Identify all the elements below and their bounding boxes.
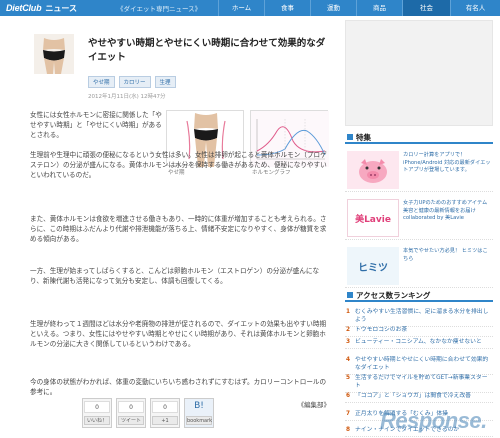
feature-text[interactable]: 女子力UPのためのおすすめアイテム 美容と健康の最新情報をお届け collabo…: [403, 200, 491, 223]
main-nav: ホーム 食事 運動 商品 社会 有名人: [218, 0, 500, 16]
article-date: 2012年1月11日(水) 12時47分: [88, 94, 166, 100]
plusone-label: +1: [152, 416, 178, 425]
nav-exercise[interactable]: 運動: [310, 0, 356, 16]
ranking-number: 1: [346, 309, 351, 315]
feature-text[interactable]: 本気でやせたい方必見！ ヒミツはこちら: [403, 248, 491, 263]
header-tagline: 《ダイエット専門ニュース》: [117, 5, 202, 13]
nav-society[interactable]: 社会: [402, 0, 450, 16]
article-paragraph: 女性には女性ホルモンに密接に関係した「やせやすい時期」と「やせにくい時期」がある…: [30, 111, 162, 139]
ranking-text[interactable]: むくみやすい生活習慣に、足に溜まる水分を排出しよう: [355, 309, 488, 323]
article-paragraph: 生理が終わって１週間ほどは水分や老廃物の排泄が促されるので、ダイエットの効果も出…: [30, 320, 327, 348]
feature-image-himitsu[interactable]: ヒミツ: [347, 247, 399, 285]
ranking-item[interactable]: 6 「ココア」と「ショウガ」は間食で冷え改善: [345, 390, 493, 403]
logo-main-text: DietClub: [6, 3, 42, 13]
ranking-text[interactable]: トウモロコシのお茶: [355, 327, 407, 333]
tokushu-title: 特集: [356, 132, 371, 142]
article-header: やせやすい時期とやせにくい時期に合わせて効果的なダイエット: [30, 30, 330, 80]
nav-home[interactable]: ホーム: [218, 0, 264, 16]
social-buttons: 0 いいね！ 0 ツイート 0 +1 B! bookmark: [82, 398, 214, 428]
ranking-item[interactable]: 3 ビューティー・コニシアム、なかなか痩せないと: [345, 336, 493, 349]
section-bullet-icon: [347, 134, 353, 140]
feature-image-lavie[interactable]: 美Lavie: [347, 199, 399, 237]
ranking-number: 7: [346, 411, 351, 417]
feature-item[interactable]: 美Lavie 女子力UPのためのおすすめアイテム 美容と健康の最新情報をお届け …: [345, 196, 493, 240]
sidebar-ad-area[interactable]: [345, 20, 493, 126]
nav-celebrity[interactable]: 有名人: [450, 0, 500, 16]
site-logo[interactable]: DietClub ニュース: [0, 0, 77, 16]
ranking-number: 3: [346, 339, 351, 345]
nav-food[interactable]: 食事: [264, 0, 310, 16]
ranking-number: 5: [346, 375, 351, 381]
plusone-button[interactable]: 0 +1: [150, 398, 180, 428]
like-label: いいね！: [84, 416, 110, 425]
tag-calorie[interactable]: カロリー: [118, 76, 151, 88]
article-editor: 《編集部》: [297, 401, 331, 409]
ranking-number: 6: [346, 393, 351, 399]
tweet-count: 0: [118, 401, 144, 413]
bookmark-label: bookmark: [186, 416, 213, 425]
tag-yaseki[interactable]: やせ期: [88, 76, 115, 88]
feature-item[interactable]: ヒミツ 本気でやせたい方必見！ ヒミツはこちら: [345, 244, 493, 288]
bookmark-button[interactable]: B! bookmark: [184, 398, 214, 428]
article-paragraph: 今の身体の状態がわかれば、体重の変動にいちいち惑わされずにすむはず。カロリーコン…: [30, 378, 327, 396]
logo-sub-text: ニュース: [45, 3, 78, 13]
article-tags: やせ期 カロリー 生理: [88, 76, 176, 88]
tweet-button[interactable]: 0 ツイート: [116, 398, 146, 428]
like-count: 0: [84, 401, 110, 413]
feature-text[interactable]: カロリー計算をアプリで！ iPhone/Android 対応の最新ダイエットアプ…: [403, 152, 491, 175]
plusone-count: 0: [152, 401, 178, 413]
ranking-number: 4: [346, 357, 351, 363]
ranking-title: アクセス数ランキング: [356, 290, 431, 300]
ranking-text[interactable]: ビューティー・コニシアム、なかなか痩せないと: [355, 339, 482, 345]
article-thumbnail: [34, 34, 74, 74]
response-watermark-logo: Response.: [380, 408, 487, 433]
ranking-text[interactable]: 生活するだけでマイルを貯めてGET→新事業スタート: [355, 375, 488, 389]
feature-image-pig[interactable]: [347, 151, 399, 189]
ranking-number: 2: [346, 327, 351, 333]
ranking-text[interactable]: 「ココア」と「ショウガ」は間食で冷え改善: [355, 393, 471, 399]
ranking-text[interactable]: やせやすい時期とやせにくい時期に合わせて効果的なダイエット: [355, 357, 488, 371]
bookmark-icon: B!: [194, 401, 204, 411]
article-paragraph: 一方、生理が始まってしばらくすると、こんどは卵胞ホルモン（エストロゲン）の分泌が…: [30, 267, 320, 285]
section-bullet-icon: [347, 292, 353, 298]
tag-seiri[interactable]: 生理: [154, 76, 176, 88]
article-paragraph: 生理前や生理中に頑張の便秘になるという女性は多い。女性は排卵が起こると黄体ホルモ…: [30, 151, 327, 179]
tweet-label: ツイート: [118, 416, 144, 425]
article-title: やせやすい時期とやせにくい時期に合わせて効果的なダイエット: [88, 38, 326, 63]
like-button[interactable]: 0 いいね！: [82, 398, 112, 428]
ranking-number: 8: [346, 427, 351, 433]
ranking-heading: アクセス数ランキング: [345, 290, 493, 302]
article-paragraph: また、黄体ホルモンは食欲を増進させる働きもあり、一時的に体重が増加することも考え…: [30, 215, 327, 243]
site-header: DietClub ニュース 《ダイエット専門ニュース》 ホーム 食事 運動 商品…: [0, 0, 500, 16]
tokushu-heading: 特集: [345, 132, 493, 144]
feature-item[interactable]: カロリー計算をアプリで！ iPhone/Android 対応の最新ダイエットアプ…: [345, 148, 493, 192]
nav-products[interactable]: 商品: [356, 0, 402, 16]
